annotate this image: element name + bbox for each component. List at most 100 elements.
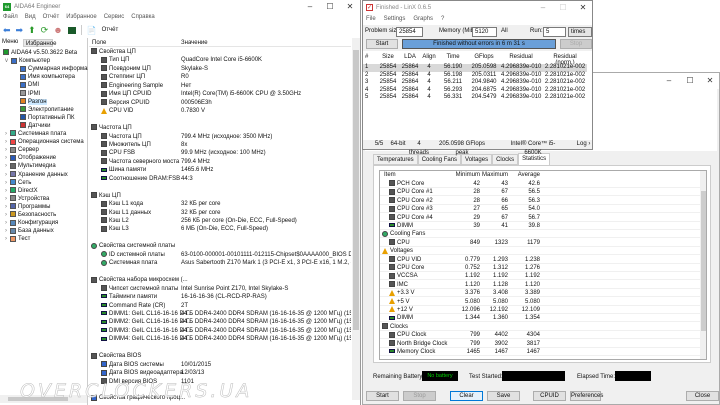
chevron-right-icon[interactable]: › bbox=[5, 131, 7, 137]
list-item[interactable]: Множитель ЦП 8x bbox=[101, 141, 351, 149]
menu-item[interactable]: ? bbox=[441, 16, 444, 22]
tree-item[interactable]: › Устройства bbox=[5, 195, 49, 203]
menu-item[interactable]: Справка bbox=[131, 14, 155, 23]
table-row[interactable]: CPU Core #3 27 65 54.0 bbox=[380, 205, 700, 214]
memory-select[interactable]: 5120 bbox=[472, 27, 497, 37]
tree-item[interactable]: Датчики bbox=[20, 122, 50, 130]
group-header[interactable]: Clocks bbox=[380, 323, 700, 331]
menu-item[interactable]: Вид bbox=[25, 14, 36, 23]
list-item[interactable]: Степпинг ЦП R0 bbox=[101, 73, 351, 81]
list-item[interactable]: Кэш L1 данных 32 КБ per core bbox=[101, 208, 351, 217]
tree-item[interactable]: › Отображение bbox=[5, 154, 56, 162]
tree-item[interactable]: › Безопасность bbox=[5, 211, 56, 219]
column-header-average[interactable]: Average bbox=[514, 171, 540, 180]
list-item[interactable]: Engineering Sample Нет bbox=[101, 82, 351, 90]
table-row[interactable]: CPU VID 0.779 1.293 1.238 bbox=[380, 256, 700, 264]
preferences-button[interactable]: Preferences bbox=[570, 391, 603, 401]
tree-item[interactable]: v Компьютер bbox=[5, 57, 50, 65]
chevron-right-icon[interactable]: › bbox=[5, 228, 7, 234]
column-header[interactable]: LDA bbox=[400, 54, 420, 60]
list-item[interactable]: Кэш L1 кода 32 КБ per core bbox=[101, 200, 351, 208]
save-button[interactable]: Save bbox=[487, 391, 520, 401]
table-row[interactable]: CPU Core #1 28 67 56.5 bbox=[380, 188, 700, 197]
table-row[interactable]: VCCSA 1.192 1.192 1.192 bbox=[380, 272, 700, 281]
chevron-right-icon[interactable]: › bbox=[5, 155, 7, 161]
close-button[interactable]: ✕ bbox=[700, 74, 720, 88]
close-button[interactable]: ✕ bbox=[573, 1, 593, 15]
tab-menu[interactable]: Меню bbox=[2, 38, 22, 47]
chevron-down-icon[interactable]: v bbox=[5, 58, 8, 64]
result-row[interactable]: 3 25854 25864 4 56.211 204.9840 4.296839e-010 2… bbox=[363, 79, 587, 87]
menu-item[interactable]: Файл bbox=[3, 14, 18, 23]
list-item[interactable]: Частота северного моста 799.4 MHz bbox=[101, 158, 351, 166]
cpuid-button[interactable]: CPUID bbox=[533, 391, 566, 401]
list-item[interactable]: CPU VID 0.7830 V bbox=[101, 107, 351, 115]
result-row[interactable]: 5 25854 25864 4 56.331 204.5479 4.296839e-010 2… bbox=[363, 94, 587, 102]
column-header[interactable]: # bbox=[365, 54, 373, 60]
chevron-right-icon[interactable]: › bbox=[5, 220, 7, 226]
menu-item[interactable]: Graphs bbox=[413, 16, 433, 22]
list-item[interactable]: Соотношение DRAM:FSB 44:3 bbox=[101, 175, 351, 183]
column-header-item[interactable]: Item bbox=[384, 171, 396, 180]
list-item[interactable]: ID системной платы 63-0100-000001-0010111… bbox=[101, 251, 351, 259]
list-item[interactable]: CPU FSB 99.9 MHz (исходное: 100 MHz) bbox=[101, 149, 351, 157]
stop-button[interactable]: Stop bbox=[403, 391, 436, 401]
chevron-right-icon[interactable]: › bbox=[5, 204, 7, 210]
list-item[interactable]: Тип ЦП QuadCore Intel Core i5-6600K bbox=[101, 56, 351, 64]
problem-size-select[interactable]: 25854 bbox=[396, 27, 423, 37]
tree-item[interactable]: › Сеть bbox=[5, 179, 31, 187]
table-row[interactable]: CPU Core #4 29 67 56.7 bbox=[380, 214, 700, 222]
minimize-button[interactable]: – bbox=[300, 0, 320, 14]
result-row[interactable]: 4 25854 25864 4 56.293 204.6875 4.296839e-010 2… bbox=[363, 87, 587, 95]
table-row[interactable]: DIMM 39 41 39.8 bbox=[380, 222, 700, 230]
tree-item[interactable]: › Операционная система bbox=[5, 138, 84, 146]
column-header[interactable]: Size bbox=[377, 54, 399, 60]
column-header-maximum[interactable]: Maximum bbox=[482, 171, 508, 180]
list-item[interactable]: Частота ЦП 799.4 MHz (исходное: 3500 MHz) bbox=[101, 132, 351, 141]
tree-item[interactable]: › Конфигурация bbox=[5, 219, 58, 227]
tree-item[interactable]: › Хранение данных bbox=[5, 170, 68, 179]
start-button[interactable]: Start bbox=[366, 39, 398, 49]
stop-button[interactable]: Stop bbox=[560, 39, 592, 49]
log-button[interactable]: Log › bbox=[575, 140, 592, 149]
list-item[interactable]: DIMM1: GeIL CL16-16-16 D4... 4 ГБ DDR4-24… bbox=[101, 310, 351, 318]
list-item[interactable]: Кэш L3 6 МБ (On-Die, ECC, Full-Speed) bbox=[101, 225, 351, 233]
table-row[interactable]: CPU Core #2 28 66 56.3 bbox=[380, 197, 700, 205]
chevron-right-icon[interactable]: › bbox=[5, 188, 7, 194]
menu-item[interactable]: Settings bbox=[384, 16, 406, 22]
list-vertical-scrollbar[interactable] bbox=[352, 38, 360, 400]
list-item[interactable]: Имя ЦП CPUID Intel(R) Core(TM) i5-6600K C… bbox=[101, 90, 351, 98]
all-checkbox[interactable]: All bbox=[501, 28, 508, 34]
group-header[interactable]: Частота ЦП bbox=[91, 124, 341, 132]
menu-item[interactable]: Избранное bbox=[66, 14, 96, 23]
list-item[interactable]: DIMM4: GeIL CL16-16-16 D4... 4 ГБ DDR4-24… bbox=[101, 335, 351, 343]
list-item[interactable]: Псевдоним ЦП Skylake-S bbox=[101, 65, 351, 73]
group-header[interactable]: Свойства системной платы bbox=[91, 242, 341, 250]
table-row[interactable]: CPU Clock 799 4402 4304 bbox=[380, 331, 700, 340]
list-item[interactable]: Дата BIOS видеоадаптера 12/03/13 bbox=[101, 369, 351, 377]
tree-item[interactable]: Суммарная информация bbox=[20, 65, 88, 73]
maximize-button[interactable]: ☐ bbox=[680, 74, 700, 88]
tree-item[interactable]: DMI bbox=[20, 81, 39, 89]
tree-item[interactable]: › База данных bbox=[5, 227, 54, 235]
chevron-right-icon[interactable]: › bbox=[5, 139, 7, 145]
group-header[interactable]: Свойства BIOS bbox=[91, 352, 341, 360]
tree-item[interactable]: IPMI bbox=[20, 89, 40, 98]
maximize-button[interactable]: ☐ bbox=[320, 0, 340, 14]
report-icon[interactable]: 📄 bbox=[87, 26, 97, 35]
table-vertical-scrollbar[interactable] bbox=[700, 171, 706, 359]
back-icon[interactable]: ⬅ bbox=[3, 25, 11, 36]
list-item[interactable]: Системная плата Asus Sabertooth Z170 Mark… bbox=[101, 259, 351, 267]
tree-item[interactable]: › Тест bbox=[5, 235, 30, 243]
group-header[interactable]: Свойства набора микросхем (... bbox=[91, 276, 341, 284]
table-row[interactable]: PCH Core 42 43 42.6 bbox=[380, 180, 700, 188]
table-row[interactable]: Memory Clock 1465 1467 1467 bbox=[380, 348, 700, 356]
tree-item[interactable]: Портативный ПК bbox=[20, 114, 74, 122]
list-item[interactable]: Кэш L2 256 КБ per core (On-Die, ECC, Full… bbox=[101, 217, 351, 225]
tree-item[interactable]: › Мультимедиа bbox=[5, 162, 56, 170]
forward-icon[interactable]: ➡ bbox=[16, 25, 24, 36]
list-item[interactable]: Дата BIOS системы 10/01/2015 bbox=[101, 361, 351, 369]
list-item[interactable]: Чипсет системной платы Intel Sunrise Poin… bbox=[101, 285, 351, 293]
column-header[interactable]: GFlops bbox=[469, 54, 499, 60]
run-count-select[interactable]: 5 bbox=[543, 27, 566, 37]
